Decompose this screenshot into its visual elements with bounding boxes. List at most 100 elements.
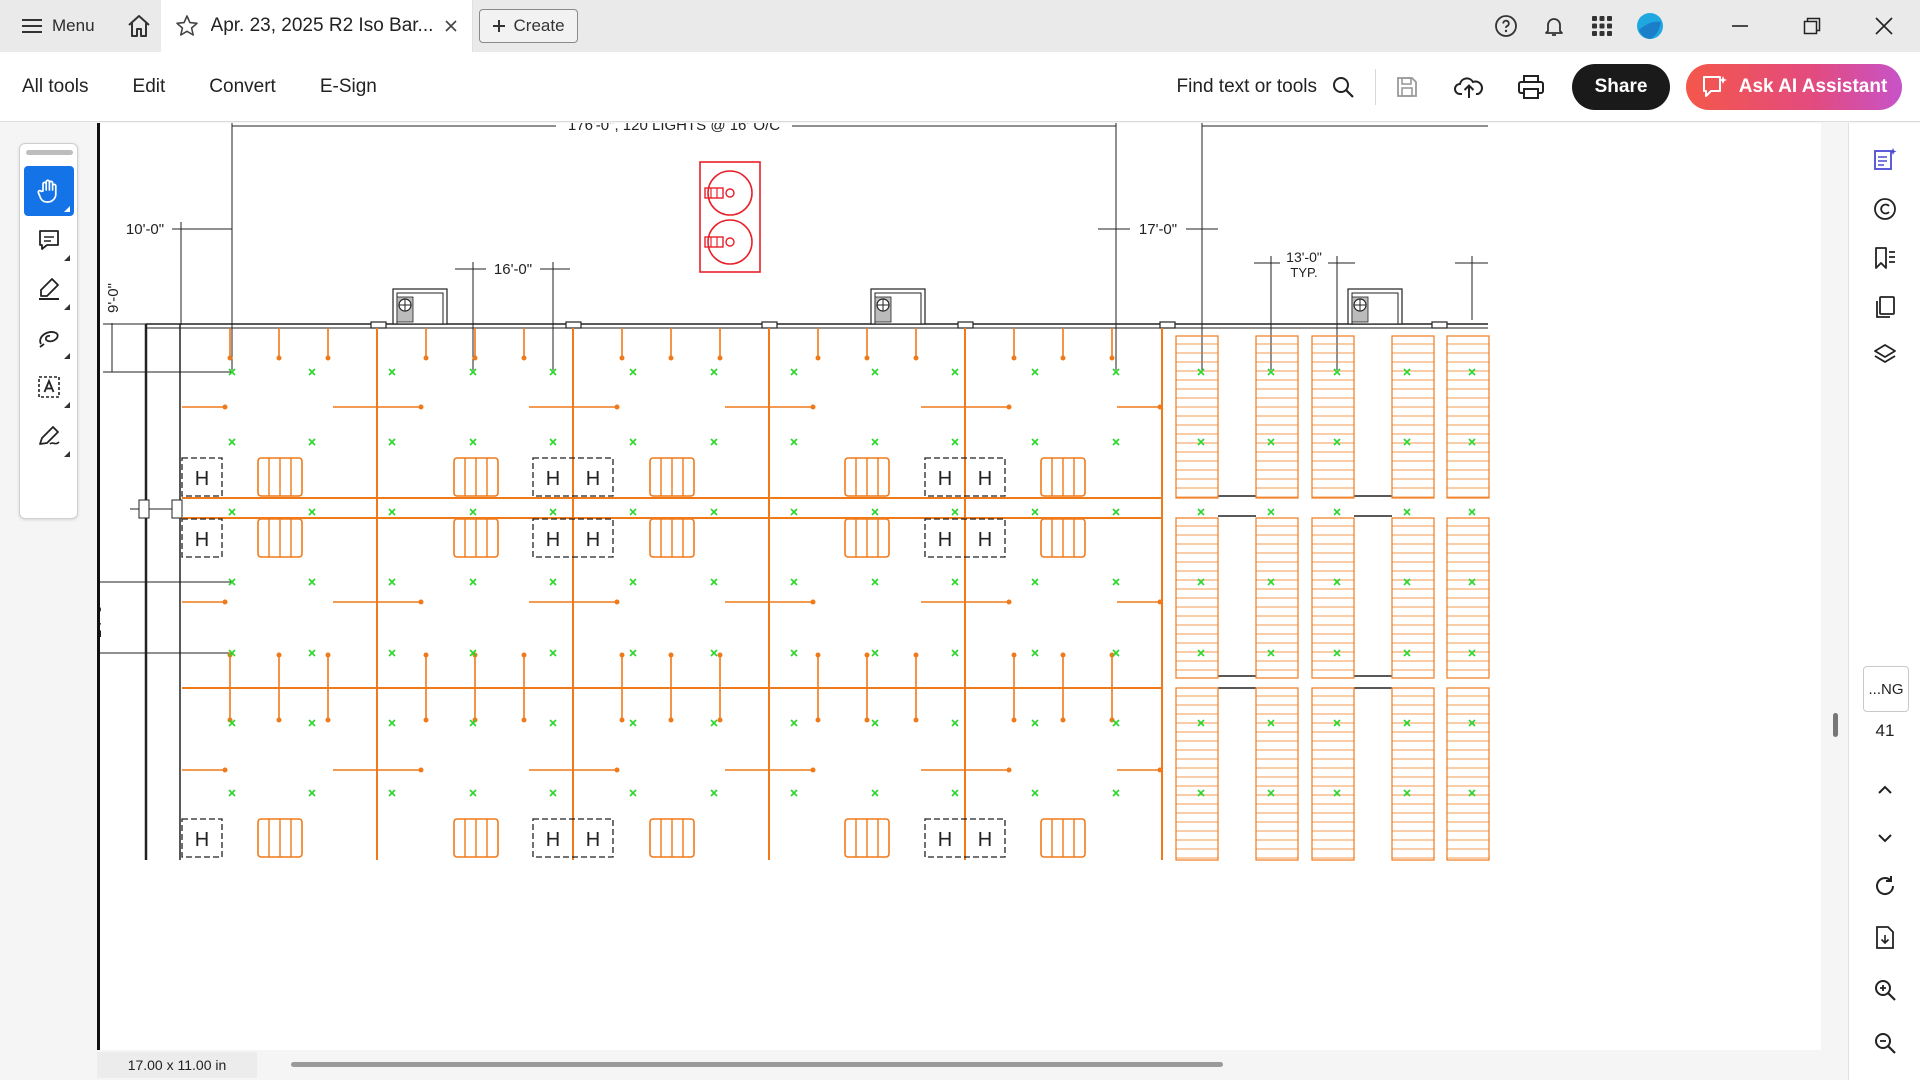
drop-end — [717, 355, 723, 361]
light-fixture — [1112, 578, 1120, 586]
stub-end — [614, 767, 620, 773]
profile-button[interactable] — [1626, 0, 1674, 52]
more-options-indicator — [64, 451, 70, 457]
menu-edit[interactable]: Edit — [111, 76, 188, 98]
stub-end — [418, 404, 424, 410]
print-button[interactable] — [1500, 62, 1562, 112]
hamburger-icon — [22, 19, 42, 33]
cloud-upload-icon — [1454, 76, 1483, 98]
light-fixture — [790, 438, 798, 446]
menu-button[interactable]: Menu — [0, 0, 117, 52]
light-fixture — [710, 578, 718, 586]
bell-icon — [1545, 18, 1563, 36]
drop-end — [668, 652, 674, 658]
minimize-icon — [1732, 25, 1748, 27]
light-fixture — [1468, 438, 1476, 446]
comment-icon — [39, 230, 59, 250]
dimension-label-left: 10'-0" — [126, 221, 164, 238]
page-thumbnail[interactable]: ...NG — [1863, 666, 1909, 712]
stub-end — [1157, 599, 1163, 605]
light-fixture — [1031, 719, 1039, 727]
home-button[interactable] — [117, 0, 161, 52]
heater-label: H — [938, 829, 952, 851]
light-fixture — [549, 719, 557, 727]
page-display-button[interactable] — [1849, 916, 1920, 960]
apps-button[interactable] — [1578, 0, 1626, 52]
light-fixture — [469, 789, 477, 797]
tank-port — [725, 188, 735, 198]
light-fixture — [629, 508, 637, 516]
light-fixture — [469, 578, 477, 586]
text-select-tool-button[interactable] — [24, 362, 74, 412]
document-tab[interactable]: Apr. 23, 2025 R2 Iso Bar... — [160, 0, 473, 52]
drop-end — [423, 355, 429, 361]
heater-label: H — [978, 829, 992, 851]
light-fixture — [710, 789, 718, 797]
light-fixture — [549, 508, 557, 516]
hand-tool-button[interactable] — [24, 166, 74, 216]
dimension-label-typ: 13'-0" — [1286, 249, 1322, 265]
drop-end — [815, 355, 821, 361]
vertical-scrollbar[interactable] — [1833, 713, 1838, 737]
sign-tool-button[interactable] — [24, 411, 74, 461]
close-window-button[interactable] — [1848, 0, 1920, 52]
light-fixture — [228, 438, 236, 446]
roof-vent — [761, 321, 778, 329]
help-button[interactable] — [1482, 0, 1530, 52]
star-icon[interactable] — [175, 14, 199, 38]
stub-end — [810, 404, 816, 410]
drop-end — [521, 355, 527, 361]
horizontal-scrollbar[interactable] — [291, 1062, 1223, 1067]
draw-tool-button[interactable] — [24, 313, 74, 363]
light-fixture — [1031, 578, 1039, 586]
ask-ai-assistant-button[interactable]: Ask AI Assistant — [1686, 63, 1902, 110]
pages-button[interactable] — [1849, 285, 1920, 329]
light-fixture — [951, 578, 959, 586]
layers-button[interactable] — [1849, 333, 1920, 377]
heater-label: H — [586, 829, 600, 851]
restore-button[interactable] — [1776, 0, 1848, 52]
create-button[interactable]: Create — [478, 9, 578, 43]
drawing-sheet: 176'-0", 120 LIGHTS @ 16' O/C 10'-0" 16'-0… — [100, 123, 1490, 861]
light-fixture — [1333, 508, 1341, 516]
generative-summary-button[interactable] — [1849, 137, 1920, 181]
light-fixture — [1112, 649, 1120, 657]
minimize-button[interactable] — [1704, 0, 1776, 52]
save-button[interactable] — [1376, 62, 1438, 112]
next-page-button[interactable] — [1849, 816, 1920, 860]
panel-grip[interactable] — [26, 150, 73, 155]
light-fixture — [308, 789, 316, 797]
find-text-or-tools[interactable]: Find text or tools — [1177, 68, 1376, 105]
dimension-label-mid: 16'-0" — [494, 261, 532, 278]
rotate-button[interactable] — [1849, 864, 1920, 908]
zoom-in-button[interactable] — [1849, 968, 1920, 1012]
menu-label: Menu — [52, 16, 95, 35]
page-size-indicator: 17.00 x 11.00 in — [97, 1052, 257, 1078]
comments-panel-button[interactable] — [1849, 187, 1920, 231]
upload-cloud-button[interactable] — [1438, 62, 1500, 112]
menu-esign[interactable]: E-Sign — [298, 76, 399, 98]
light-fixture — [1031, 789, 1039, 797]
light-fixture — [1468, 368, 1476, 376]
notifications-button[interactable] — [1530, 0, 1578, 52]
current-page-number[interactable]: 41 — [1849, 721, 1920, 741]
close-tab-icon[interactable] — [444, 19, 458, 33]
document-canvas[interactable]: 176'-0", 120 LIGHTS @ 16' O/C 10'-0" 16'-0… — [97, 123, 1821, 1050]
stub-end — [222, 404, 228, 410]
stub-end — [222, 599, 228, 605]
heater-label: H — [546, 529, 560, 551]
quick-tools-panel — [19, 143, 78, 519]
light-fixture — [790, 578, 798, 586]
menu-all-tools[interactable]: All tools — [0, 76, 111, 98]
search-icon — [1333, 76, 1354, 98]
light-fixture — [1031, 508, 1039, 516]
bookmarks-button[interactable] — [1849, 236, 1920, 280]
share-button[interactable]: Share — [1572, 63, 1670, 110]
menu-convert[interactable]: Convert — [187, 76, 298, 98]
highlight-tool-button[interactable] — [24, 264, 74, 314]
previous-page-button[interactable] — [1849, 768, 1920, 812]
zoom-out-button[interactable] — [1849, 1021, 1920, 1065]
comment-tool-button[interactable] — [24, 215, 74, 265]
dimension-label-typ-note: TYP. — [1290, 265, 1317, 280]
heater-label: H — [586, 529, 600, 551]
